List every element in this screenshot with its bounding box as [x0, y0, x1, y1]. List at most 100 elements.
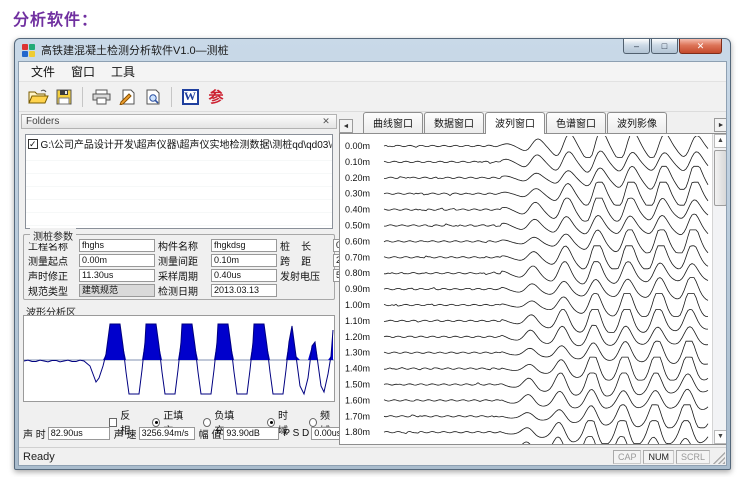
status-scrl: SCRL — [676, 450, 710, 464]
toolbar-separator — [82, 87, 83, 107]
folders-list[interactable]: ✓G:\公司产品设计开发\超声仪器\超声仪实地检测数据\测桩qd\qd03\qd… — [25, 134, 333, 229]
wave-train-plot: 0.00m0.10m0.20m0.30m0.40m0.50m0.60m0.70m… — [340, 136, 712, 445]
wave-trace-19 — [384, 437, 708, 445]
window-title: 高铁建混凝土检测分析软件V1.0—测桩 — [41, 42, 229, 58]
wave-trace-16 — [384, 389, 708, 409]
param-label-2: 桩 长 — [280, 238, 330, 253]
param-value-7[interactable]: 0.40us — [211, 269, 277, 282]
page-setup-button[interactable] — [114, 85, 140, 109]
wave-train-display[interactable]: 0.00m0.10m0.20m0.30m0.40m0.50m0.60m0.70m… — [339, 133, 727, 445]
wave-analysis-box[interactable] — [23, 315, 335, 402]
readout-label: P S D — [283, 428, 309, 439]
wave-trace-6 — [384, 230, 708, 253]
open-icon — [28, 89, 49, 105]
wave-trace-12 — [384, 325, 708, 345]
depth-label-1: 0.10m — [345, 157, 370, 167]
readout-label: 声 时 — [23, 426, 46, 441]
wave-trace-13 — [384, 341, 708, 364]
save-icon — [56, 89, 72, 105]
pile-params-title: 测桩参数 — [30, 228, 76, 243]
tab-strip: ◄ 曲线窗口数据窗口波列窗口色谱窗口波列影像 ► — [339, 114, 727, 134]
title-bar[interactable]: 高铁建混凝土检测分析软件V1.0—测桩 – □ ✕ — [15, 39, 730, 61]
readout-value[interactable]: 82.90us — [48, 427, 110, 440]
scrollbar-thumb[interactable] — [714, 150, 727, 206]
params-button[interactable]: 参 — [203, 85, 229, 109]
open-button[interactable] — [25, 85, 51, 109]
scroll-down-icon[interactable]: ▼ — [714, 430, 727, 444]
tab-3[interactable]: 色谱窗口 — [546, 112, 606, 134]
wave-train-panel: ◄ 曲线窗口数据窗口波列窗口色谱窗口波列影像 ► 0.00m 0.10m 0.20m… — [339, 114, 727, 449]
word-export-icon: W — [182, 89, 199, 105]
wave-trace-11 — [384, 309, 708, 332]
folders-close-icon[interactable]: ✕ — [320, 116, 332, 127]
param-value-3[interactable]: 0.00m — [79, 254, 155, 267]
depth-label-2: 0.20m — [345, 173, 370, 183]
folder-list-item[interactable]: ✓G:\公司产品设计开发\超声仪器\超声仪实地检测数据\测桩qd\qd03\qd… — [26, 135, 332, 152]
param-value-1[interactable]: fhgkdsg — [211, 239, 277, 252]
depth-label-15: 1.50m — [345, 380, 370, 390]
param-value-4[interactable]: 0.10m — [211, 254, 277, 267]
readout-2: 幅 值93.90dB — [199, 426, 280, 441]
app-window: 高铁建混凝土检测分析软件V1.0—测桩 – □ ✕ 文件窗口工具 — [14, 38, 731, 470]
word-export-button[interactable]: W — [177, 85, 203, 109]
preview-button[interactable] — [140, 85, 166, 109]
depth-label-13: 1.30m — [345, 348, 370, 358]
depth-label-17: 1.70m — [345, 411, 370, 421]
tab-2[interactable]: 波列窗口 — [485, 112, 545, 134]
scroll-up-icon[interactable]: ▲ — [714, 134, 727, 148]
param-value-9[interactable]: 建筑规范 — [79, 284, 155, 297]
wave-trace-18 — [384, 421, 708, 444]
menu-item-1[interactable]: 窗口 — [63, 61, 103, 82]
menu-bar: 文件窗口工具 — [19, 62, 726, 82]
folders-pane-header[interactable]: Folders ✕ — [21, 114, 337, 129]
param-value-6[interactable]: 11.30us — [79, 269, 155, 282]
wave-trace-8 — [384, 262, 708, 284]
minimize-button[interactable]: – — [623, 39, 650, 54]
close-button[interactable]: ✕ — [679, 39, 722, 54]
tab-1[interactable]: 数据窗口 — [424, 112, 484, 134]
tab-scroll-left-icon[interactable]: ◄ — [339, 119, 353, 133]
param-label-6: 声时修正 — [28, 268, 76, 283]
page-heading: 分析软件： — [13, 6, 98, 30]
window-buttons: – □ ✕ — [622, 39, 722, 54]
wave-analysis-plot — [24, 316, 334, 401]
wave-trace-2 — [384, 166, 708, 189]
checkbox-icon[interactable]: ✓ — [28, 139, 38, 149]
param-value-0[interactable]: fhghs — [79, 239, 155, 252]
readout-label: 声 速 — [114, 426, 137, 441]
readout-value[interactable]: 3256.94m/s — [139, 427, 195, 440]
folders-pane-title: Folders — [26, 116, 59, 127]
param-label-8: 发射电压 — [280, 268, 330, 283]
param-label-9: 规范类型 — [28, 283, 76, 298]
app-icon — [22, 43, 36, 57]
menu-item-0[interactable]: 文件 — [23, 61, 63, 82]
depth-label-11: 1.10m — [345, 316, 370, 326]
left-dock-panel: Folders ✕ ✓G:\公司产品设计开发\超声仪器\超声仪实地检测数据\测桩… — [21, 114, 337, 449]
pile-params-group: 测桩参数 工程名称fhghs构件名称fhgkdsg桩 长0.00m测量起点0.0… — [23, 234, 335, 300]
status-bar: Ready CAPNUMSCRL — [19, 447, 726, 465]
readout-value[interactable]: 93.90dB — [223, 427, 279, 440]
print-button[interactable] — [88, 85, 114, 109]
wave-trace-7 — [384, 246, 708, 269]
wave-trace-15 — [384, 373, 708, 396]
folder-path: G:\公司产品设计开发\超声仪器\超声仪实地检测数据\测桩qd\qd03\qd0… — [41, 136, 332, 151]
vertical-scrollbar[interactable]: ▲ ▼ — [712, 134, 727, 444]
depth-label-3: 0.30m — [345, 189, 370, 199]
maximize-button[interactable]: □ — [651, 39, 678, 54]
tab-4[interactable]: 波列影像 — [607, 112, 667, 134]
resize-grip[interactable] — [713, 452, 725, 464]
toolbar: W 参 — [19, 82, 726, 112]
save-button[interactable] — [51, 85, 77, 109]
tab-0[interactable]: 曲线窗口 — [363, 112, 423, 134]
wave-trace-17 — [384, 405, 708, 428]
depth-label-16: 1.60m — [345, 395, 370, 405]
wave-trace-1 — [384, 151, 708, 172]
depth-label-0: 0.00m — [345, 141, 370, 151]
depth-label-5: 0.50m — [345, 221, 370, 231]
client-area: 文件窗口工具 — [18, 61, 727, 466]
menu-item-2[interactable]: 工具 — [103, 61, 143, 82]
tab-scroll-right-icon[interactable]: ► — [714, 118, 727, 132]
param-value-10[interactable]: 2013.03.13 — [211, 284, 277, 297]
readouts-row: 声 时82.90us声 速3256.94m/s幅 值93.90dBP S D0.… — [23, 426, 337, 441]
depth-label-4: 0.40m — [345, 205, 370, 215]
